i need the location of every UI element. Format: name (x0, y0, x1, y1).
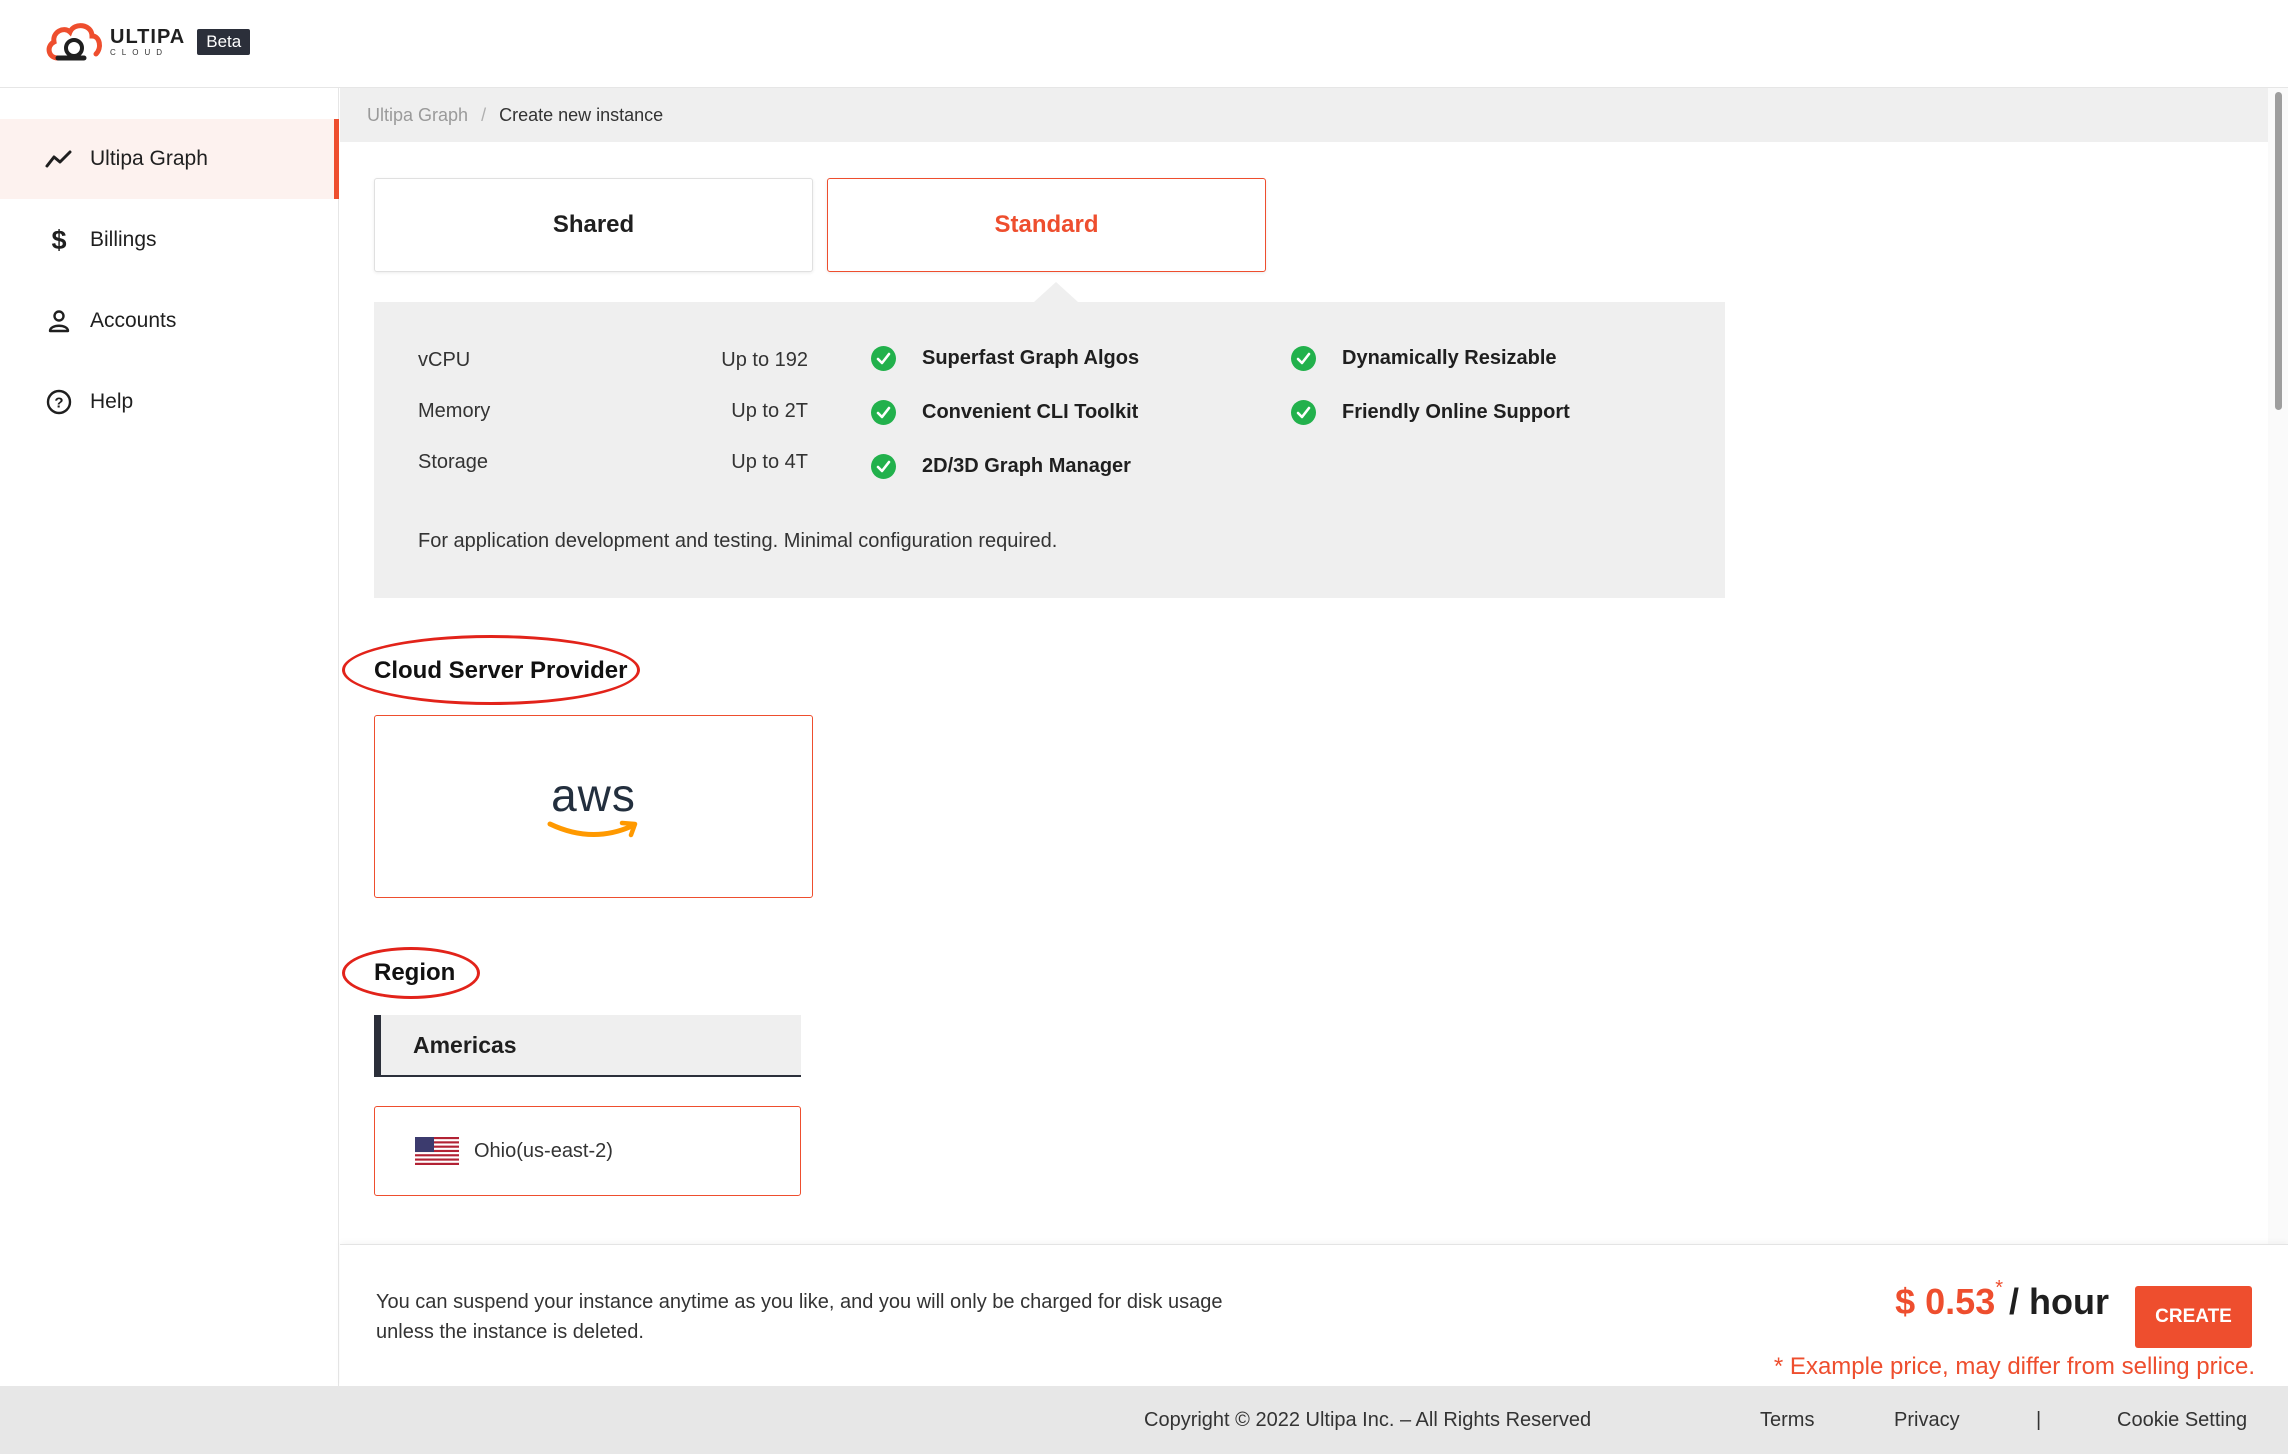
create-button[interactable]: CREATE (2135, 1286, 2252, 1348)
tier-standard-button[interactable]: Standard (827, 178, 1266, 272)
us-flag-icon (415, 1137, 459, 1165)
breadcrumb: Ultipa Graph / Create new instance (340, 88, 2268, 142)
check-circle-icon (1291, 400, 1316, 425)
billing-note: You can suspend your instance anytime as… (376, 1291, 1223, 1343)
sidebar-item-label: Help (90, 390, 134, 413)
check-circle-icon (871, 400, 896, 425)
sidebar: Ultipa Graph $ Billings Accounts ? Help (0, 88, 339, 1386)
question-circle-icon: ? (44, 387, 74, 417)
spec-label: Memory (418, 399, 491, 422)
spec-row-memory: Memory Up to 2T (418, 396, 808, 426)
check-circle-icon (871, 346, 896, 371)
sidebar-item-label: Accounts (90, 309, 177, 332)
region-card-ohio[interactable]: Ohio(us-east-2) (374, 1106, 801, 1196)
breadcrumb-current: Create new instance (499, 104, 664, 125)
footer-divider: | (2036, 1409, 2042, 1431)
spec-label: Storage (418, 450, 489, 473)
footer-privacy-link[interactable]: Privacy (1894, 1409, 1960, 1432)
feature-label: Dynamically Resizable (1342, 347, 1557, 369)
user-icon (44, 306, 74, 336)
price-unit: / hour (2009, 1281, 2109, 1322)
spec-value: Up to 2T (731, 399, 808, 422)
footer-copyright: Copyright © 2022 Ultipa Inc. – All Right… (1144, 1409, 1592, 1431)
feature-item: 2D/3D Graph Manager (871, 454, 1131, 479)
breadcrumb-separator: / (481, 104, 487, 125)
feature-label: Superfast Graph Algos (922, 347, 1140, 369)
aws-wordmark: aws (551, 768, 636, 821)
price-display: $ 0.53 * / hour (1895, 1277, 2109, 1323)
dollar-icon: $ (51, 224, 67, 255)
check-circle-icon (1291, 346, 1316, 371)
spec-value: Up to 4T (731, 450, 808, 473)
aws-logo: aws (546, 772, 642, 842)
region-section-title: Region (374, 959, 456, 986)
feature-item: Superfast Graph Algos (871, 346, 1139, 371)
sidebar-item-accounts[interactable]: Accounts (0, 281, 339, 361)
price-disclaimer: * Example price, may differ from selling… (1773, 1353, 2255, 1380)
feature-label: 2D/3D Graph Manager (922, 455, 1131, 477)
feature-item: Friendly Online Support (1291, 400, 1570, 425)
provider-section-title: Cloud Server Provider (374, 657, 628, 684)
scrollbar-thumb[interactable] (2275, 92, 2282, 410)
feature-item: Convenient CLI Toolkit (871, 400, 1138, 425)
sidebar-item-label: Ultipa Graph (90, 147, 208, 170)
tier-shared-button[interactable]: Shared (374, 178, 813, 272)
sidebar-item-help[interactable]: ? Help (0, 362, 339, 442)
footer: Copyright © 2022 Ultipa Inc. – All Right… (0, 1386, 2288, 1454)
tier-pointer-arrow (1034, 282, 1078, 302)
check-circle-icon (871, 454, 896, 479)
svg-text:?: ? (54, 395, 63, 412)
logo-subtitle: CLOUD (110, 48, 169, 57)
footer-terms-link[interactable]: Terms (1760, 1409, 1814, 1432)
beta-badge: Beta (197, 29, 251, 55)
spec-row-vcpu: vCPU Up to 192 (418, 345, 808, 375)
trend-line-icon (44, 144, 74, 174)
region-group-tab-americas[interactable]: Americas (374, 1015, 801, 1077)
sidebar-item-label: Billings (90, 228, 157, 251)
region-label: Ohio(us-east-2) (474, 1139, 613, 1162)
spec-label: vCPU (418, 348, 471, 371)
price-asterisk: * (1995, 1277, 2004, 1299)
sidebar-item-billings[interactable]: $ Billings (0, 200, 339, 280)
ultipa-logo[interactable]: ULTIPA CLOUD Beta (44, 18, 251, 66)
spec-value: Up to 192 (721, 348, 808, 371)
price-amount: $ 0.53 (1895, 1281, 1996, 1322)
tier-description: For application development and testing.… (418, 530, 1058, 552)
cloud-logo-icon (46, 23, 102, 61)
footer-cookie-setting-link[interactable]: Cookie Setting (2117, 1409, 2247, 1432)
feature-label: Friendly Online Support (1342, 401, 1570, 423)
breadcrumb-parent-link[interactable]: Ultipa Graph (367, 105, 468, 126)
bottom-action-bar: You can suspend your instance anytime as… (340, 1244, 2288, 1386)
spec-row-storage: Storage Up to 4T (418, 447, 808, 477)
top-bar: ULTIPA CLOUD Beta (0, 0, 2288, 88)
sidebar-item-ultipa-graph[interactable]: Ultipa Graph (0, 119, 339, 199)
feature-label: Convenient CLI Toolkit (922, 401, 1139, 423)
aws-smile-icon (547, 820, 637, 837)
provider-card-aws[interactable]: aws (374, 715, 813, 898)
tier-specs-panel: vCPU Up to 192 Memory Up to 2T Storage U… (374, 302, 1725, 598)
logo-wordmark: ULTIPA (110, 26, 186, 48)
feature-item: Dynamically Resizable (1291, 346, 1557, 371)
